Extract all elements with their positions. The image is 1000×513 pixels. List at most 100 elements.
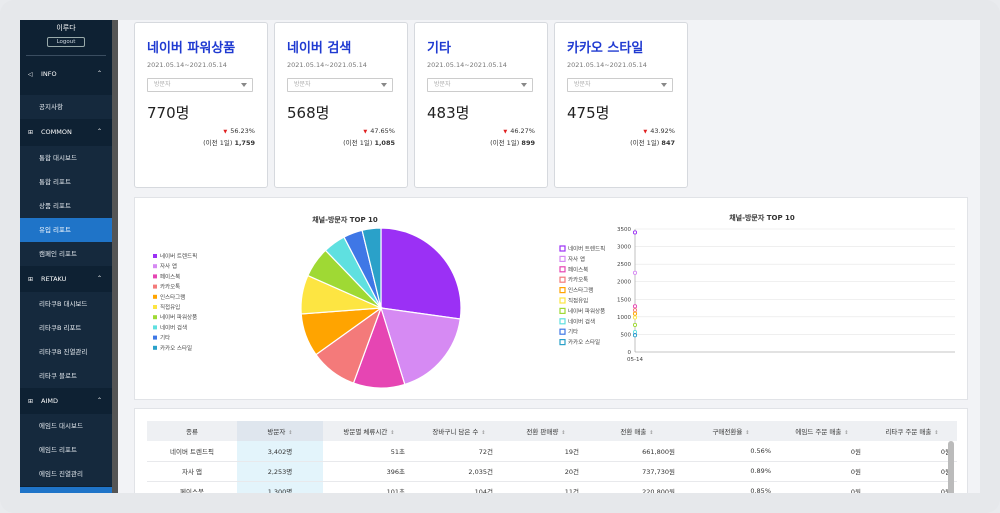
sidebar-item[interactable]: 리타쿠 블로트 [20,364,112,388]
legend-label[interactable]: 네이버 트렌드픽 [160,252,197,260]
sidebar-item[interactable]: 리타쿠B 진열관리 [20,340,112,364]
legend-label[interactable]: 네이버 파워상품 [568,307,605,315]
sidebar-divider [26,55,106,56]
column-header[interactable]: 구매전환율 ⇕ [685,421,777,441]
column-header[interactable]: 종류 [147,421,237,441]
sidebar-section-aimd[interactable]: ⊞ AIMD ⌃ [20,390,112,412]
legend-label[interactable]: 기타 [568,328,578,336]
legend-label[interactable]: 카카오톡 [160,283,180,291]
legend-label[interactable]: 카카오 스타일 [568,338,600,346]
line-point[interactable] [632,322,638,327]
metric-select[interactable]: 방문자 [427,78,533,92]
sort-icon[interactable]: ⇕ [561,430,565,436]
table-row[interactable]: 페이스북 1,300명 101초 104건 11건 220,800원 0.85% 0원 0원 [147,481,957,493]
sidebar-item[interactable]: 리타쿠B 리포트 [20,316,112,340]
sidebar-item[interactable]: 캠페인 리포트 [20,242,112,266]
sidebar-item-partial[interactable] [20,487,112,493]
legend-swatch [559,297,566,304]
sidebar-item[interactable]: 유입 리포트 [20,218,112,242]
column-header[interactable]: 전환 매출 ⇕ [589,421,685,441]
sidebar-item[interactable]: 공지사항 [20,95,112,119]
table-cell: 220,800원 [589,481,685,493]
sidebar-item[interactable]: 리타쿠B 대시보드 [20,292,112,316]
sidebar-item[interactable]: 통합 리포트 [20,170,112,194]
card-value: 770명 [147,104,190,122]
card-value: 568명 [287,104,330,122]
column-header[interactable]: 에임드 주문 매출 ⇕ [777,421,867,441]
change-percent-value: 43.92% [650,127,675,135]
metric-select[interactable]: 방문자 [567,78,673,92]
sidebar-item[interactable]: 상품 리포트 [20,194,112,218]
legend-label[interactable]: 인스타그램 [568,286,593,294]
card-date-range: 2021.05.14~2021.05.14 [427,61,507,69]
line-point[interactable] [632,315,638,320]
legend-label[interactable]: 인스타그램 [160,293,185,301]
sort-icon[interactable]: ⇕ [481,430,485,436]
column-header[interactable]: 리타쿠 주문 매출 ⇕ [867,421,957,441]
table-cell: 0원 [867,441,957,462]
metric-select[interactable]: 방문자 [287,78,393,92]
legend-swatch [559,276,566,283]
table-cell: 661,800원 [589,441,685,462]
table-cell: 3,402명 [237,441,323,462]
pie-slice[interactable] [380,227,462,320]
sidebar-section-label: INFO [41,70,57,78]
line-point[interactable] [632,333,638,338]
sidebar-item[interactable]: 통합 대시보드 [20,146,112,170]
logout-button[interactable]: Logout [47,37,85,47]
legend-label[interactable]: 네이버 검색 [568,317,595,325]
metric-select[interactable]: 방문자 [147,78,253,92]
legend-label[interactable]: 자사 앱 [160,262,177,270]
legend-label[interactable]: 네이버 검색 [160,323,187,331]
sort-icon[interactable]: ⇕ [844,430,848,436]
sidebar-item[interactable]: 에임드 진열관리 [20,462,112,486]
sort-icon[interactable]: ⇕ [288,430,292,436]
line-point[interactable] [632,304,638,309]
down-arrow-icon: ▼ [643,129,648,135]
legend-swatch [153,345,157,350]
sort-icon[interactable]: ⇕ [649,430,653,436]
table-cell: 0.56% [685,441,777,462]
chevron-up-icon: ⌃ [96,128,102,135]
legend-swatch [559,255,566,263]
column-header[interactable]: 방문자 ⇕ [237,421,323,441]
grid-icon: ⊞ [28,276,34,283]
sort-icon[interactable]: ⇕ [934,430,938,436]
legend-label[interactable]: 카카오톡 [568,276,588,284]
previous-number: 1,759 [234,139,255,147]
legend-label[interactable]: 페이스북 [160,272,180,280]
table-scrollbar[interactable] [948,441,954,493]
column-header-label: 종류 [186,428,198,436]
sort-icon[interactable]: ⇕ [745,430,749,436]
table-cell: 72건 [415,441,503,462]
table-cell: 자사 앱 [147,461,237,482]
y-tick-label: 500 [621,332,632,338]
legend-label[interactable]: 기타 [160,334,170,342]
table-row[interactable]: 자사 앱 2,253명 396초 2,035건 20건 737,730원 0.89% 0원 0원 [147,461,957,482]
previous-label: (이전 1일) [203,139,233,147]
sort-icon[interactable]: ⇕ [390,430,394,436]
sidebar-section-retaku[interactable]: ⊞ RETAKU ⌃ [20,268,112,290]
line-point[interactable] [632,308,638,313]
column-header[interactable]: 방문별 체류시간 ⇕ [323,421,415,441]
legend-label[interactable]: 직접유입 [160,303,180,311]
table-row[interactable]: 네이버 트렌드픽 3,402명 51초 72건 19건 661,800원 0.56% 0원 0원 [147,441,957,462]
sidebar-section-info[interactable]: ◁ INFO ⌃ [20,63,112,85]
sidebar-section-common[interactable]: ⊞ COMMON ⌃ [20,121,112,143]
legend-label[interactable]: 직접유입 [568,297,588,305]
line-point[interactable] [632,230,638,235]
legend-swatch [153,274,157,279]
line-point[interactable] [632,270,638,275]
legend-label[interactable]: 카카오 스타일 [160,344,192,352]
legend-label[interactable]: 자사 앱 [568,255,585,263]
down-arrow-icon: ▼ [363,129,368,135]
column-header[interactable]: 전환 판매량 ⇕ [503,421,589,441]
megaphone-icon: ◁ [28,71,33,78]
column-header[interactable]: 장바구니 담은 수 ⇕ [415,421,503,441]
legend-label[interactable]: 네이버 트렌드픽 [568,245,605,253]
legend-label[interactable]: 페이스북 [568,265,588,273]
line-point[interactable] [632,311,638,316]
sidebar-item[interactable]: 에임드 대시보드 [20,414,112,438]
legend-label[interactable]: 네이버 파워상품 [160,313,197,321]
sidebar-item[interactable]: 에임드 리포트 [20,438,112,462]
